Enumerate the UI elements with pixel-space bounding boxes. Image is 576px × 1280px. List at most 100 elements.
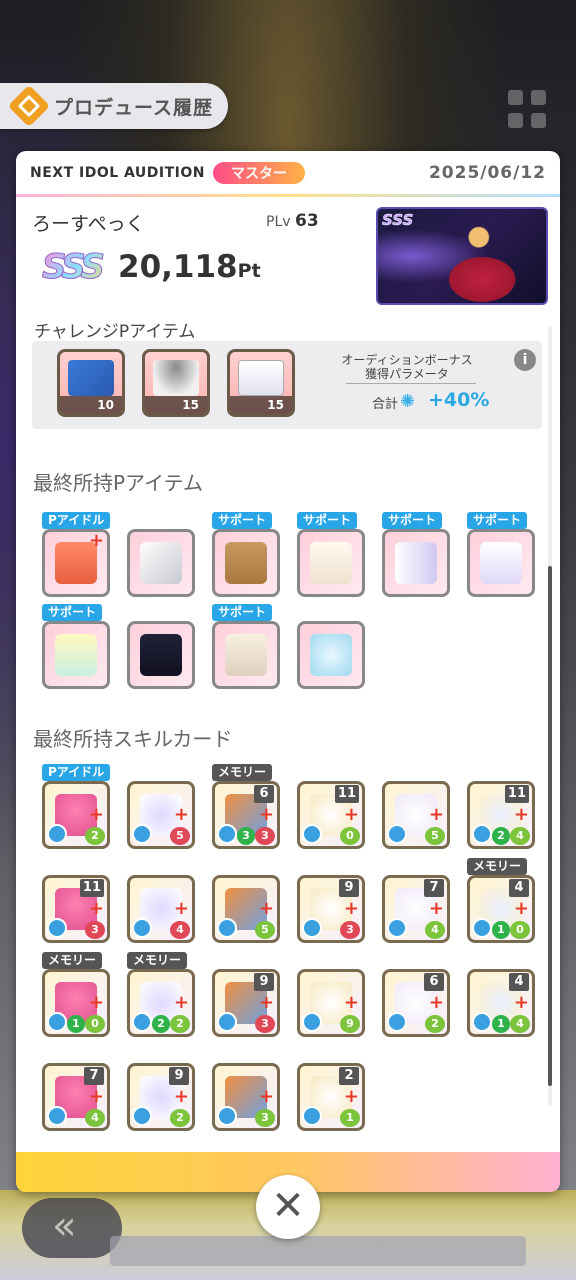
heart-icon: 2 bbox=[85, 827, 105, 845]
towel-pack-icon bbox=[140, 542, 182, 584]
scrollbar-thumb[interactable] bbox=[548, 566, 552, 1086]
p-item-tile[interactable] bbox=[382, 529, 450, 597]
p-item-tile[interactable] bbox=[467, 529, 535, 597]
heart-icon: 4 bbox=[510, 1015, 530, 1033]
black-bag-icon bbox=[140, 634, 182, 676]
effect-icon bbox=[472, 1012, 492, 1032]
skill-card-tile[interactable]: 11 +2 4 bbox=[467, 781, 535, 849]
player-name: ろーすぺっく bbox=[32, 213, 145, 235]
thumbnail-grade: SSS bbox=[382, 211, 414, 230]
plus-icon: + bbox=[343, 804, 359, 825]
heart-icon: 5 bbox=[170, 827, 190, 845]
card-cost: 9 bbox=[339, 879, 359, 897]
card-ribbon: メモリー bbox=[127, 952, 188, 969]
card-cost: 11 bbox=[334, 785, 359, 803]
bonus-divider bbox=[346, 383, 476, 384]
challenge-item[interactable]: 10 bbox=[57, 349, 125, 417]
card-cost: 7 bbox=[424, 879, 444, 897]
skill-card-tile[interactable]: 2 +1 bbox=[297, 1063, 365, 1131]
skill-card-tile[interactable]: +5 bbox=[127, 781, 195, 849]
plv-value: 63 bbox=[294, 211, 319, 231]
effect-icon bbox=[217, 1012, 237, 1032]
history-title: プロデュース履歴 bbox=[54, 96, 214, 119]
effect-icon bbox=[47, 1106, 67, 1126]
history-header: プロデュース履歴 bbox=[0, 83, 228, 129]
skill-card-tile[interactable]: 4 +1 4 bbox=[467, 969, 535, 1037]
skill-card-tile[interactable]: 6 +3 3 bbox=[212, 781, 280, 849]
plus-icon: + bbox=[173, 1086, 189, 1107]
plus-icon: + bbox=[258, 804, 274, 825]
skill-card-tile[interactable]: 7 +4 bbox=[382, 875, 450, 943]
skill-card-tile[interactable]: 11 +3 bbox=[42, 875, 110, 943]
heart-icon: 4 bbox=[170, 921, 190, 939]
effect-icon bbox=[47, 918, 67, 938]
info-icon[interactable]: i bbox=[514, 349, 536, 371]
plus-icon: + bbox=[88, 804, 104, 825]
challenge-title: チャレンジPアイテム bbox=[34, 322, 196, 342]
plus-icon: + bbox=[343, 1086, 359, 1107]
bonus-label-line2: 獲得パラメータ bbox=[365, 367, 449, 381]
plus-icon: + bbox=[88, 1086, 104, 1107]
effect-icon bbox=[47, 824, 67, 844]
idol-thumbnail[interactable]: SSS bbox=[376, 207, 548, 305]
p-item-tile[interactable] bbox=[297, 621, 365, 689]
skill-card-tile[interactable]: 4 +1 0 bbox=[467, 875, 535, 943]
scroll-area[interactable]: チャレンジPアイテム 10 15 15 オーディションボーナス 獲得パラメータ … bbox=[16, 317, 560, 1152]
heart-icon: 1 bbox=[340, 1109, 360, 1127]
effect-icon bbox=[302, 1012, 322, 1032]
card-cost: 4 bbox=[509, 879, 529, 897]
skill-card-tile[interactable]: +9 bbox=[297, 969, 365, 1037]
challenge-item-value: 15 bbox=[230, 396, 292, 414]
flower-tag-icon bbox=[480, 542, 522, 584]
skill-card-tile[interactable]: 11 +0 bbox=[297, 781, 365, 849]
skill-card-tile[interactable]: 7 +4 bbox=[42, 1063, 110, 1131]
challenge-item[interactable]: 15 bbox=[227, 349, 295, 417]
parameter-icon: ✺ bbox=[400, 391, 416, 412]
final-items-title: 最終所持Pアイテム bbox=[33, 471, 204, 495]
p-item-tile[interactable] bbox=[212, 621, 280, 689]
item-ribbon: サポート bbox=[467, 512, 528, 529]
effect-icon bbox=[47, 1012, 67, 1032]
card-ribbon: Pアイドル bbox=[42, 764, 111, 781]
card-cost: 2 bbox=[339, 1067, 359, 1085]
heart-icon: 3 bbox=[255, 1109, 275, 1127]
heart-icon: 0 bbox=[510, 921, 530, 939]
skill-card-tile[interactable]: 6 +2 bbox=[382, 969, 450, 1037]
card-effect-count: 2 bbox=[152, 1015, 170, 1033]
effect-icon bbox=[472, 824, 492, 844]
heart-icon: 4 bbox=[85, 1109, 105, 1127]
close-button[interactable]: ✕ bbox=[256, 1175, 320, 1239]
tote-bag-icon bbox=[238, 360, 284, 396]
p-item-tile[interactable] bbox=[42, 621, 110, 689]
skill-card-tile[interactable]: +5 bbox=[212, 875, 280, 943]
skill-card-tile[interactable]: 9 +2 bbox=[127, 1063, 195, 1131]
skill-card-tile[interactable]: +3 bbox=[212, 1063, 280, 1131]
heart-icon: 3 bbox=[340, 921, 360, 939]
skill-card-tile[interactable]: 9 +3 bbox=[212, 969, 280, 1037]
plus-icon: + bbox=[513, 804, 529, 825]
p-item-tile[interactable] bbox=[297, 529, 365, 597]
plus-icon: + bbox=[258, 992, 274, 1013]
p-item-tile[interactable] bbox=[127, 621, 195, 689]
skill-card-tile[interactable]: +1 0 bbox=[42, 969, 110, 1037]
bonus-label: オーディションボーナス 獲得パラメータ bbox=[332, 353, 482, 381]
result-info: ろーすぺっく PLv 63 SSS 20,118Pt SSS bbox=[16, 197, 560, 317]
challenge-item[interactable]: 15 bbox=[142, 349, 210, 417]
heart-icon: 9 bbox=[340, 1015, 360, 1033]
p-item-tile[interactable] bbox=[212, 529, 280, 597]
item-ribbon: サポート bbox=[382, 512, 443, 529]
heart-icon: 3 bbox=[255, 827, 275, 845]
effect-icon bbox=[132, 918, 152, 938]
skill-card-tile[interactable]: 9 +3 bbox=[297, 875, 365, 943]
skill-card-tile[interactable]: +4 bbox=[127, 875, 195, 943]
p-item-tile[interactable] bbox=[127, 529, 195, 597]
card-effect-count: 2 bbox=[492, 827, 510, 845]
p-item-tile[interactable]: + bbox=[42, 529, 110, 597]
skill-card-tile[interactable]: +5 bbox=[382, 781, 450, 849]
heart-icon: 0 bbox=[85, 1015, 105, 1033]
skill-card-tile[interactable]: +2 bbox=[42, 781, 110, 849]
skill-card-tile[interactable]: +2 2 bbox=[127, 969, 195, 1037]
snow-globe-icon bbox=[310, 634, 352, 676]
item-ribbon: サポート bbox=[212, 512, 273, 529]
item-ribbon: サポート bbox=[212, 604, 273, 621]
